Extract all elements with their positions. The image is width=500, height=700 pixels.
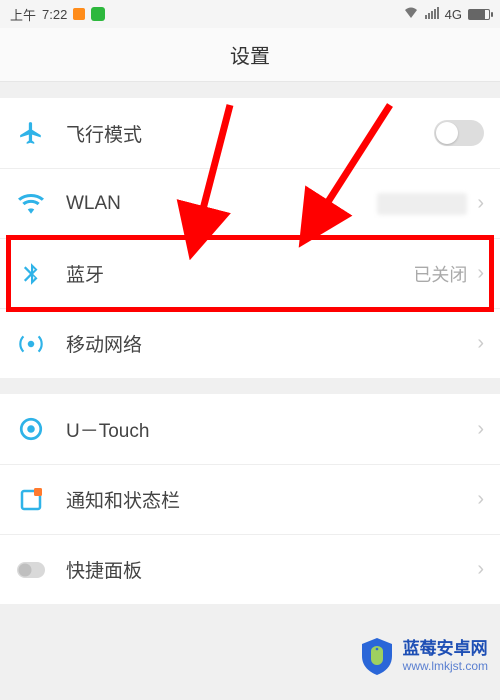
quick-panel-label: 快捷面板 <box>66 556 477 583</box>
airplane-label: 飞行模式 <box>66 120 434 147</box>
chevron-right-icon: › <box>477 488 484 511</box>
airplane-icon <box>16 120 46 146</box>
shield-icon <box>359 636 395 676</box>
battery-icon <box>468 9 490 20</box>
chevron-right-icon: › <box>477 558 484 581</box>
row-notification-bar[interactable]: 通知和状态栏 › <box>0 464 500 534</box>
signal-icon <box>425 7 439 22</box>
notification-icon <box>16 488 46 512</box>
wlan-label: WLAN <box>66 193 377 215</box>
watermark-title: 蓝莓安卓网 <box>403 639 488 659</box>
bluetooth-label: 蓝牙 <box>66 260 413 287</box>
chevron-right-icon: › <box>477 192 484 215</box>
settings-group-connectivity: 飞行模式 WLAN › 蓝牙 已关闭 › 移动网络 › <box>0 98 500 378</box>
cell-tower-icon <box>16 331 46 357</box>
target-icon <box>16 416 46 442</box>
u-touch-label: U－Touch <box>66 416 477 443</box>
watermark-url: www.lmkjst.com <box>403 659 488 673</box>
wechat-icon <box>91 7 105 21</box>
wifi-status-icon <box>403 6 419 23</box>
row-quick-panel[interactable]: 快捷面板 › <box>0 534 500 604</box>
chevron-right-icon: › <box>477 418 484 441</box>
toggle-icon <box>16 561 46 579</box>
row-wlan[interactable]: WLAN › <box>0 168 500 238</box>
page-title: 设置 <box>0 28 500 82</box>
status-right: 4G <box>403 6 490 23</box>
bluetooth-icon <box>16 261 46 287</box>
time: 7:22 <box>42 7 67 22</box>
status-left: 上午 7:22 <box>10 5 105 24</box>
watermark: 蓝莓安卓网 www.lmkjst.com <box>359 636 488 676</box>
wifi-icon <box>16 191 46 217</box>
mobile-network-label: 移动网络 <box>66 330 477 357</box>
row-bluetooth[interactable]: 蓝牙 已关闭 › <box>0 238 500 308</box>
airplane-toggle[interactable] <box>434 120 484 146</box>
status-bar: 上午 7:22 4G <box>0 0 500 28</box>
wlan-value-blurred <box>377 193 467 215</box>
time-prefix: 上午 <box>10 5 36 24</box>
notification-bar-label: 通知和状态栏 <box>66 486 477 513</box>
chevron-right-icon: › <box>477 262 484 285</box>
settings-group-system: U－Touch › 通知和状态栏 › 快捷面板 › <box>0 394 500 604</box>
network-type: 4G <box>445 7 462 22</box>
bluetooth-value: 已关闭 <box>413 261 467 287</box>
row-airplane-mode[interactable]: 飞行模式 <box>0 98 500 168</box>
chevron-right-icon: › <box>477 332 484 355</box>
row-u-touch[interactable]: U－Touch › <box>0 394 500 464</box>
row-mobile-network[interactable]: 移动网络 › <box>0 308 500 378</box>
recording-indicator-icon <box>73 8 85 20</box>
